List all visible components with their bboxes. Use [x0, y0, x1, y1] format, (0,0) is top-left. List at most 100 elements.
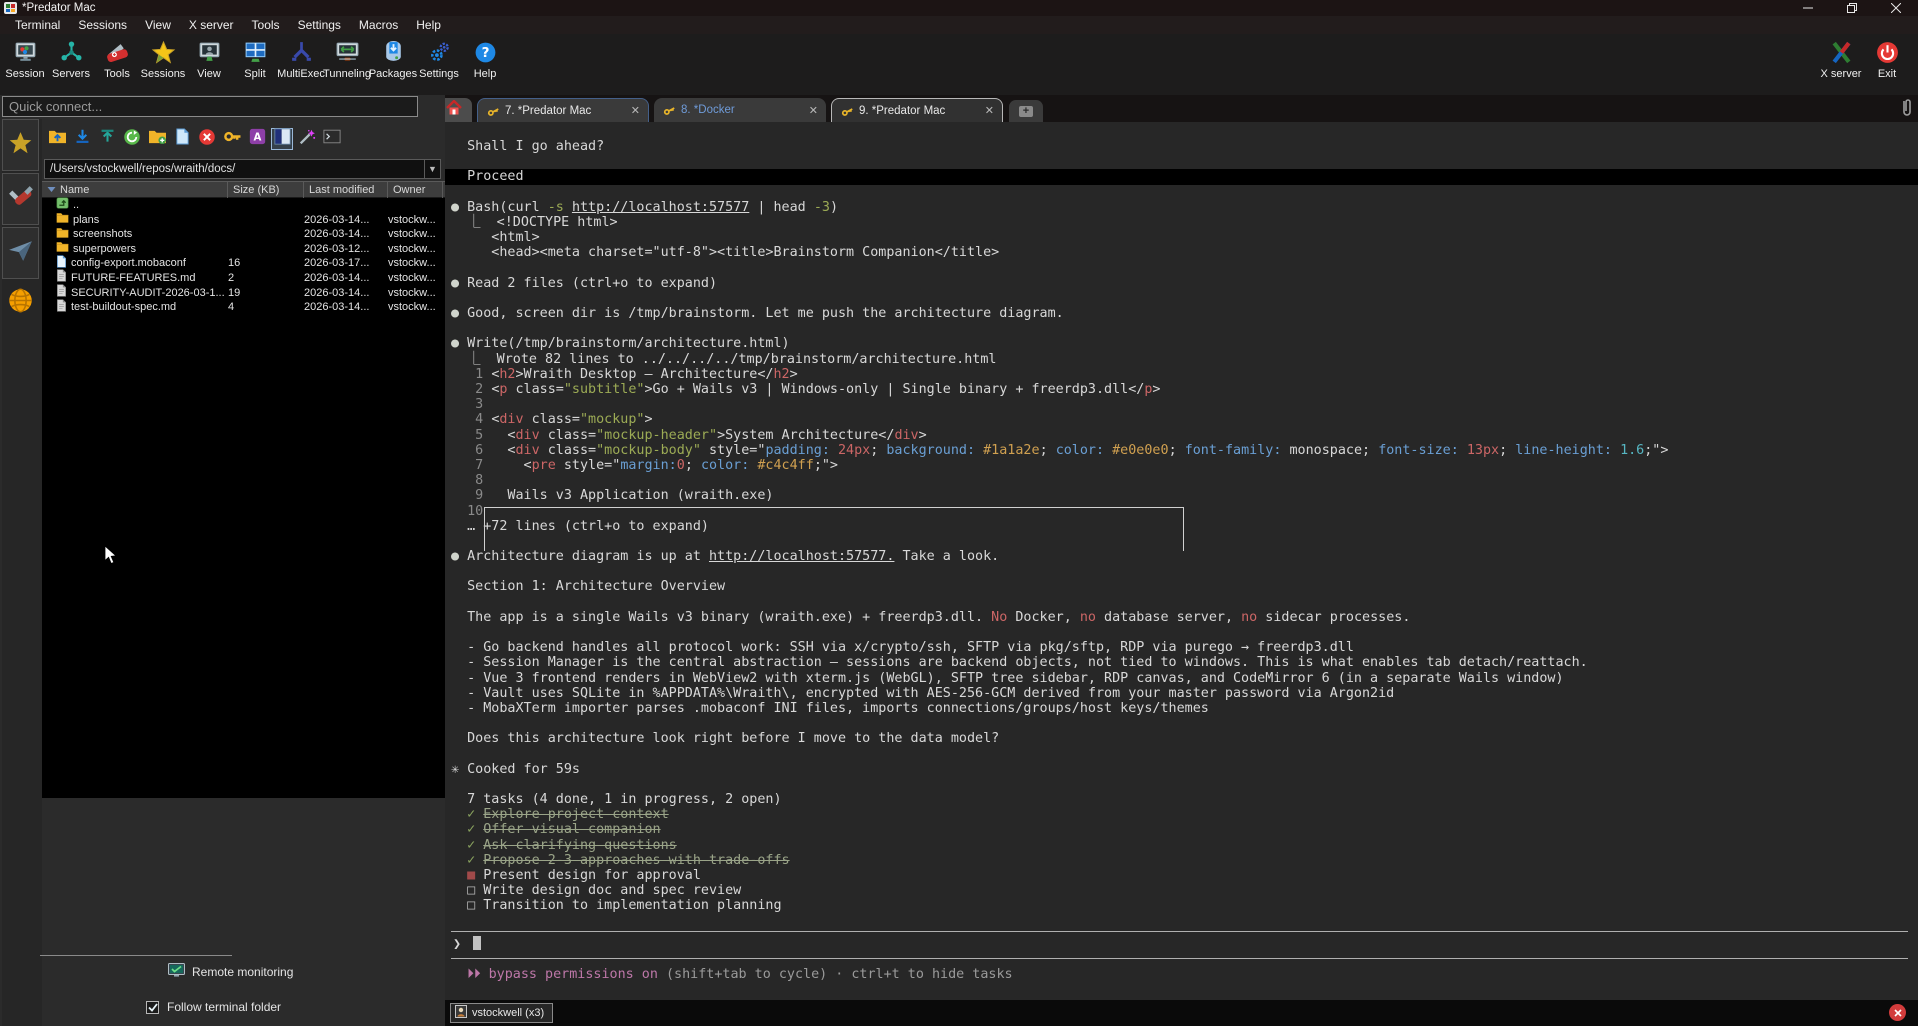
panels-icon — [274, 128, 291, 150]
tab-close-icon[interactable]: ✕ — [631, 104, 640, 117]
sftp-tool-font[interactable]: A — [246, 128, 268, 150]
checkbox-checked-icon[interactable] — [146, 1001, 159, 1014]
file-owner: vstockw... — [388, 286, 443, 301]
file-row[interactable]: test-buildout-spec.md 42026-03-14...vstoc… — [42, 300, 445, 315]
remote-monitoring-toggle[interactable]: Remote monitoring — [168, 963, 293, 981]
path-bar[interactable]: /Users/vstockwell/repos/wraith/docs/ ▼ — [44, 159, 441, 179]
toolbar-button-session[interactable]: Session — [2, 34, 48, 92]
file-modified: 2026-03-17... — [304, 256, 388, 271]
menu-item-terminal[interactable]: Terminal — [6, 16, 69, 34]
tab-close-icon[interactable]: ✕ — [809, 104, 818, 117]
terminal-line: - Session Manager is the central abstrac… — [451, 655, 1908, 670]
sftp-tool-new-file[interactable] — [171, 128, 193, 150]
paperclip-icon[interactable] — [1900, 97, 1914, 124]
menu-item-macros[interactable]: Macros — [350, 16, 407, 34]
toolbar-button-tools[interactable]: Tools — [94, 34, 140, 92]
toolbar-button-split[interactable]: Split — [232, 34, 278, 92]
toolbar-button-exit[interactable]: Exit — [1864, 34, 1910, 92]
sftp-tool-folder-up[interactable] — [46, 128, 68, 150]
toolbar-button-sessions[interactable]: Sessions — [140, 34, 186, 92]
file-name-cell: screenshots — [42, 227, 228, 243]
session-tab-8[interactable]: 8. *Docker ✕ — [654, 98, 826, 122]
terminal-line: 2 <p class="subtitle">Go + Wails v3 | Wi… — [451, 382, 1908, 397]
session-tab-9[interactable]: 9. *Predator Mac ✕ — [831, 98, 1003, 122]
terminal-line: ● Bash(curl -s http://localhost:57577 | … — [451, 200, 1908, 215]
column-header-owner[interactable]: Owner — [388, 182, 443, 198]
file-table-header: Name Size (KB) Last modified Owner — [42, 181, 445, 198]
sidebar-icon-strip — [2, 119, 42, 1026]
menu-item-view[interactable]: View — [136, 16, 180, 34]
sftp-tool-panels[interactable] — [271, 128, 293, 150]
tab-label: 9. *Predator Mac — [859, 105, 981, 117]
terminal-line — [451, 534, 1908, 549]
file-size: 2 — [228, 271, 304, 286]
file-name: test-buildout-spec.md — [71, 300, 176, 315]
toolbar-label-servers: Servers — [52, 68, 90, 80]
column-header-name[interactable]: Name — [42, 182, 228, 198]
sftp-tool-key[interactable] — [221, 128, 243, 150]
strip-button-plane[interactable] — [2, 227, 39, 279]
menu-item-help[interactable]: Help — [407, 16, 450, 34]
session-chip[interactable]: vstockwell (x3) — [450, 1003, 553, 1023]
sftp-tool-terminal[interactable] — [321, 128, 343, 150]
new-folder-icon — [148, 128, 167, 150]
toolbar-label-multiexec: MultiExec — [277, 68, 325, 80]
file-row[interactable]: screenshots2026-03-14...vstockw... — [42, 227, 445, 242]
sftp-tool-refresh[interactable] — [121, 128, 143, 150]
tab-label: 8. *Docker — [681, 104, 805, 116]
terminal-line — [451, 595, 1908, 610]
menu-item-sessions[interactable]: Sessions — [69, 16, 136, 34]
sort-arrow-icon — [47, 182, 56, 198]
toolbar-label-session: Session — [5, 68, 44, 80]
menu-item-x-server[interactable]: X server — [180, 16, 243, 34]
strip-button-knife[interactable] — [2, 173, 39, 225]
toolbar-button-settings[interactable]: Settings — [416, 34, 462, 92]
terminal-line — [451, 914, 1908, 929]
file-owner: vstockw... — [388, 271, 443, 286]
sftp-tool-new-folder[interactable] — [146, 128, 168, 150]
view-icon — [196, 39, 222, 65]
file-size: 4 — [228, 300, 304, 315]
toolbar-button-xserver[interactable]: X server — [1818, 34, 1864, 92]
sftp-tool-download[interactable] — [71, 128, 93, 150]
toolbar-button-packages[interactable]: Packages — [370, 34, 416, 92]
close-terminal-button[interactable] — [1889, 1004, 1906, 1021]
restore-icon[interactable] — [1830, 0, 1874, 16]
toolbar-label-tools: Tools — [104, 68, 130, 80]
follow-terminal-checkbox[interactable]: Follow terminal folder — [146, 1000, 281, 1014]
sftp-tool-delete[interactable] — [196, 128, 218, 150]
minimize-icon[interactable] — [1786, 0, 1830, 16]
tab-close-icon[interactable]: ✕ — [985, 104, 994, 117]
file-modified: 2026-03-14... — [304, 300, 388, 315]
toolbar-button-help[interactable]: ?Help — [462, 34, 508, 92]
sidebar: A /Users/vstockwell/repos/wraith/docs/ ▼… — [0, 95, 445, 1026]
session-tab-7[interactable]: 7. *Predator Mac✕ — [477, 98, 649, 122]
strip-button-star[interactable] — [2, 119, 39, 171]
terminal-line: - Vault uses SQLite in %APPDATA%\Wraith\… — [451, 686, 1908, 701]
terminal-line — [451, 185, 1908, 200]
close-icon[interactable] — [1874, 0, 1918, 16]
download-icon — [74, 128, 91, 150]
menu-item-tools[interactable]: Tools — [243, 16, 289, 34]
toolbar-button-servers[interactable]: Servers — [48, 34, 94, 92]
packages-icon — [380, 39, 406, 65]
file-row[interactable]: plans2026-03-14...vstockw... — [42, 213, 445, 228]
chevron-down-icon[interactable]: ▼ — [424, 160, 440, 178]
toolbar-button-tunneling[interactable]: Tunneling — [324, 34, 370, 92]
prompt-row[interactable]: ❯ — [451, 931, 1908, 959]
toolbar-button-view[interactable]: View — [186, 34, 232, 92]
menu-item-settings[interactable]: Settings — [289, 16, 350, 34]
quick-connect-input[interactable] — [2, 96, 418, 117]
file-row[interactable]: .. — [42, 198, 445, 213]
toolbar-button-multiexec[interactable]: MultiExec — [278, 34, 324, 92]
column-header-size[interactable]: Size (KB) — [228, 182, 304, 198]
sftp-tool-wand[interactable] — [296, 128, 318, 150]
file-name: plans — [73, 213, 99, 228]
new-tab-button[interactable]: + — [1009, 100, 1043, 122]
strip-button-globe[interactable] — [2, 281, 39, 325]
terminal-line: ● Write(/tmp/brainstorm/architecture.htm… — [451, 336, 1908, 351]
column-header-modified[interactable]: Last modified — [304, 182, 388, 198]
terminal[interactable]: Shall I go ahead? Proceed ● Bash(curl -s… — [445, 122, 1918, 1000]
file-owner: vstockw... — [388, 300, 443, 315]
sftp-tool-upload[interactable] — [96, 128, 118, 150]
